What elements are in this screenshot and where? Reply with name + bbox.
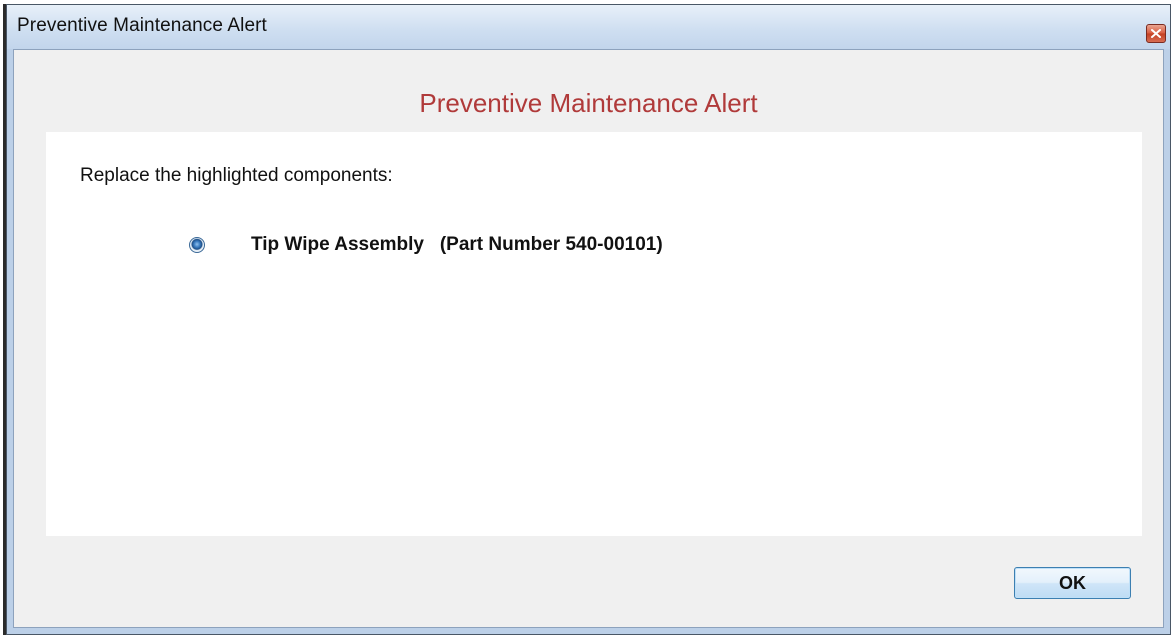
instruction-text: Replace the highlighted components: — [80, 165, 393, 186]
components-panel: Replace the highlighted components: Tip … — [46, 132, 1142, 536]
component-part-number: (Part Number 540-00101) — [439, 234, 663, 255]
component-name: Tip Wipe Assembly — [251, 234, 424, 255]
component-gap — [424, 234, 440, 256]
dialog-heading: Preventive Maintenance Alert — [419, 88, 758, 118]
close-icon — [1151, 29, 1161, 38]
close-button[interactable] — [1146, 24, 1166, 43]
component-item[interactable]: Tip Wipe Assembly (Part Number 540-00101… — [189, 233, 663, 257]
alert-dialog-window: Preventive Maintenance Alert Preventive … — [6, 4, 1171, 635]
ok-button[interactable]: OK — [1014, 567, 1131, 599]
radio-selected-icon[interactable] — [189, 237, 205, 253]
title-bar[interactable]: Preventive Maintenance Alert — [7, 5, 1170, 49]
dialog-client-area: Preventive Maintenance Alert Replace the… — [13, 49, 1164, 628]
window-title: Preventive Maintenance Alert — [17, 15, 267, 36]
